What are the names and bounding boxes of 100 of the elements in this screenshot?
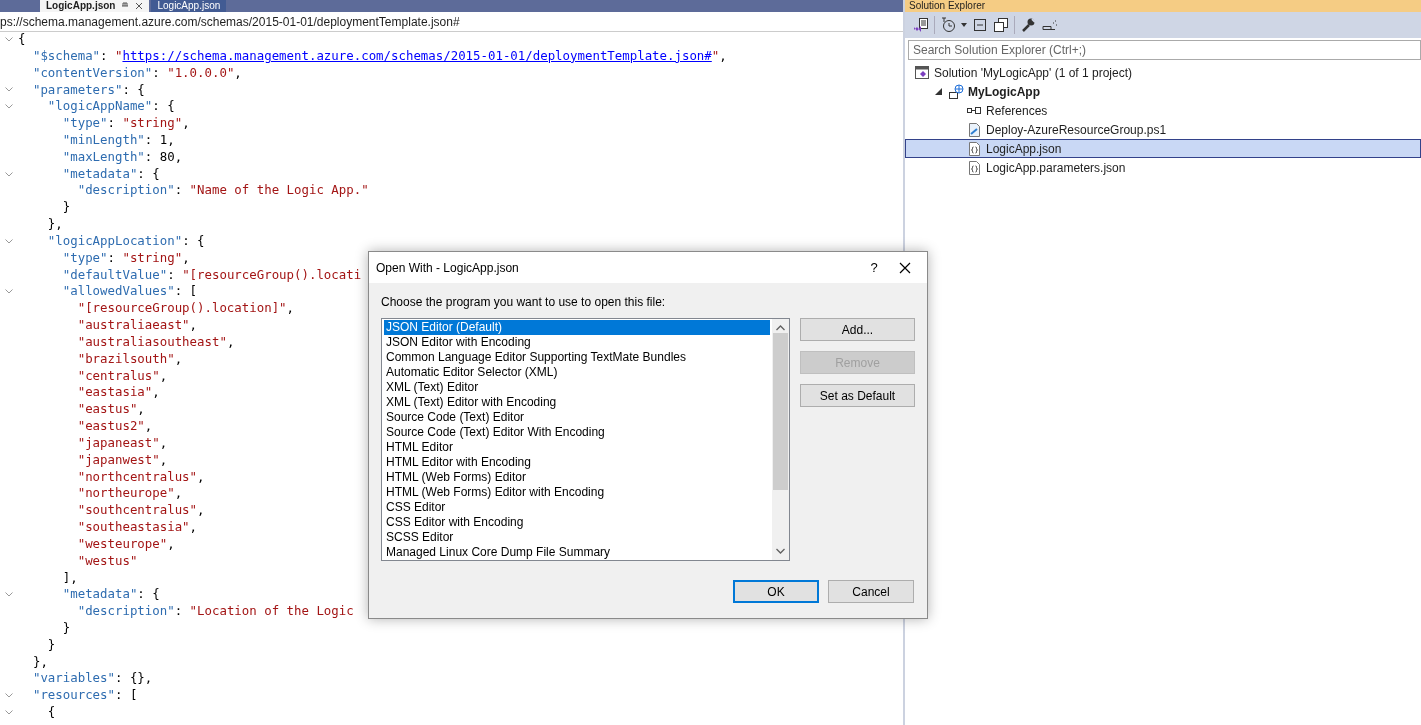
code-line: "description": "Location of the Logic xyxy=(76,603,354,620)
project-icon xyxy=(948,83,964,100)
code-line: "brazilsouth", xyxy=(76,350,183,368)
program-item[interactable]: HTML Editor with Encoding xyxy=(384,455,770,470)
code-line: "description": "Name of the Logic App." xyxy=(76,182,369,200)
clock-icon[interactable] xyxy=(940,17,956,33)
code-line: { xyxy=(18,31,26,48)
code-line: "japaneast", xyxy=(76,434,168,452)
fold-chevron-icon[interactable] xyxy=(5,289,13,295)
caret-icon[interactable] xyxy=(961,23,967,27)
code-line: "southeastasia", xyxy=(76,519,198,536)
pin-icon[interactable] xyxy=(121,2,130,10)
copy-icon[interactable] xyxy=(993,17,1009,33)
navigation-bar-text: ps://schema.management.azure.com/schemas/2015-01-01/deploymentTemplate.json# xyxy=(0,14,460,29)
code-line: "logicAppLocation": { xyxy=(46,232,205,250)
program-item[interactable]: HTML (Web Forms) Editor with Encoding xyxy=(384,485,770,500)
code-line: "minLength": 1, xyxy=(61,132,175,149)
fold-chevron-icon[interactable] xyxy=(5,36,13,42)
program-item[interactable]: XML (Text) Editor xyxy=(384,380,770,395)
code-line: "contentVersion": "1.0.0.0", xyxy=(31,64,242,82)
code-line: "logicAppName": { xyxy=(46,98,175,116)
program-item[interactable]: XML (Text) Editor with Encoding xyxy=(384,395,770,410)
code-line: "metadata": { xyxy=(61,586,160,604)
code-line: "type": "string", xyxy=(61,249,190,267)
code-line: "eastus2", xyxy=(76,418,153,435)
dialog-button[interactable]: Cancel xyxy=(828,580,914,603)
pending-changes-icon[interactable] xyxy=(1041,17,1059,33)
code-line: } xyxy=(61,199,71,217)
program-item[interactable]: Automatic Editor Selector (XML) xyxy=(384,365,770,380)
solution-icon xyxy=(914,64,930,81)
program-item[interactable]: Managed Linux Core Dump File Summary xyxy=(384,545,770,560)
tree-item[interactable]: Deploy-AzureResourceGroup.ps1 xyxy=(905,120,1421,139)
program-item[interactable]: Common Language Editor Supporting TextMate Bundles xyxy=(384,350,770,365)
dialog-button[interactable]: Set as Default xyxy=(800,384,915,407)
program-item[interactable]: CSS Editor with Encoding xyxy=(384,515,770,530)
program-item[interactable]: Source Code (Text) Editor xyxy=(384,410,770,425)
code-line: "eastus", xyxy=(76,401,145,419)
code-line: "westus" xyxy=(76,552,138,570)
code-line: "southcentralus", xyxy=(76,502,205,519)
help-button[interactable]: ? xyxy=(859,260,889,275)
code-line: "[resourceGroup().location]", xyxy=(76,300,295,318)
tree-item[interactable]: MyLogicApp xyxy=(905,82,1421,101)
program-item[interactable]: CSS Editor xyxy=(384,500,770,515)
dialog-prompt: Choose the program you want to use to open this file: xyxy=(381,295,667,311)
code-line: "westeurope", xyxy=(76,535,175,553)
code-line: }, xyxy=(31,653,48,671)
code-line: } xyxy=(46,636,56,654)
code-line: "eastasia", xyxy=(76,384,160,402)
fold-chevron-icon[interactable] xyxy=(5,693,13,699)
code-line: "defaultValue": "[resourceGroup().locati xyxy=(61,266,362,284)
code-line: "allowedValues": [ xyxy=(61,283,198,301)
wrench-icon[interactable] xyxy=(1020,17,1036,33)
vs-solution-icon[interactable] xyxy=(913,17,929,33)
tree-item[interactable]: Solution 'MyLogicApp' (1 of 1 project) xyxy=(905,63,1421,82)
url-link[interactable]: https://schema.management.azure.com/schemas/2015-01-01/deploymentTemplate.json# xyxy=(122,47,712,63)
scroll-up-icon[interactable] xyxy=(776,325,785,331)
script-file-icon xyxy=(966,121,982,138)
tree-item[interactable]: LogicApp.parameters.json xyxy=(905,158,1421,177)
editor-tab[interactable]: LogicApp.json xyxy=(40,0,150,12)
code-line: "variables": {}, xyxy=(31,670,153,688)
code-line: "resources": [ xyxy=(31,687,138,705)
code-line: "northcentralus", xyxy=(76,468,205,486)
program-list[interactable] xyxy=(381,318,790,561)
program-item[interactable]: JSON Editor with Encoding xyxy=(384,335,770,350)
fold-chevron-icon[interactable] xyxy=(5,592,13,598)
json-file-icon xyxy=(966,140,982,157)
dialog-button[interactable]: OK xyxy=(733,580,819,603)
close-icon[interactable] xyxy=(135,2,144,10)
fold-chevron-icon[interactable] xyxy=(5,238,13,244)
search-field[interactable]: Search Solution Explorer (Ctrl+;) xyxy=(908,40,1421,60)
editor-tab[interactable]: LogicApp.json xyxy=(151,0,227,12)
scroll-down-icon[interactable] xyxy=(776,548,785,554)
fold-chevron-icon[interactable] xyxy=(5,104,13,110)
code-line: "japanwest", xyxy=(76,451,168,469)
tree-item[interactable]: References xyxy=(905,101,1421,120)
code-line: ], xyxy=(61,569,78,587)
code-line: "australiasoutheast", xyxy=(76,333,235,351)
fold-chevron-icon[interactable] xyxy=(5,710,13,716)
dialog-button[interactable]: Add... xyxy=(800,318,915,341)
tree-item[interactable]: LogicApp.json xyxy=(905,139,1421,158)
code-line: }, xyxy=(46,216,63,233)
code-line: "parameters": { xyxy=(31,81,145,99)
code-line: "australiaeast", xyxy=(76,317,198,334)
close-icon[interactable] xyxy=(899,261,911,274)
fold-chevron-icon[interactable] xyxy=(5,171,13,177)
code-line: "metadata": { xyxy=(61,165,160,183)
code-line: "maxLength": 80, xyxy=(61,148,183,166)
program-item[interactable]: JSON Editor (Default) xyxy=(384,320,770,335)
expanded-arrow-icon[interactable] xyxy=(934,88,942,95)
program-item[interactable]: HTML Editor xyxy=(384,440,770,455)
collapse-icon[interactable] xyxy=(972,17,988,33)
program-item[interactable]: Source Code (Text) Editor With Encoding xyxy=(384,425,770,440)
code-line: } xyxy=(61,620,71,637)
fold-chevron-icon[interactable] xyxy=(5,87,13,93)
program-item[interactable]: SCSS Editor xyxy=(384,530,770,545)
panel-title: Solution Explorer xyxy=(905,0,1421,12)
scrollbar[interactable] xyxy=(772,319,789,560)
code-line: "$schema": "https://schema.management.azure.com/schemas/2015-01-01/deploymentTemplate.json#", xyxy=(31,47,727,65)
json-file-icon xyxy=(966,159,982,176)
program-item[interactable]: HTML (Web Forms) Editor xyxy=(384,470,770,485)
